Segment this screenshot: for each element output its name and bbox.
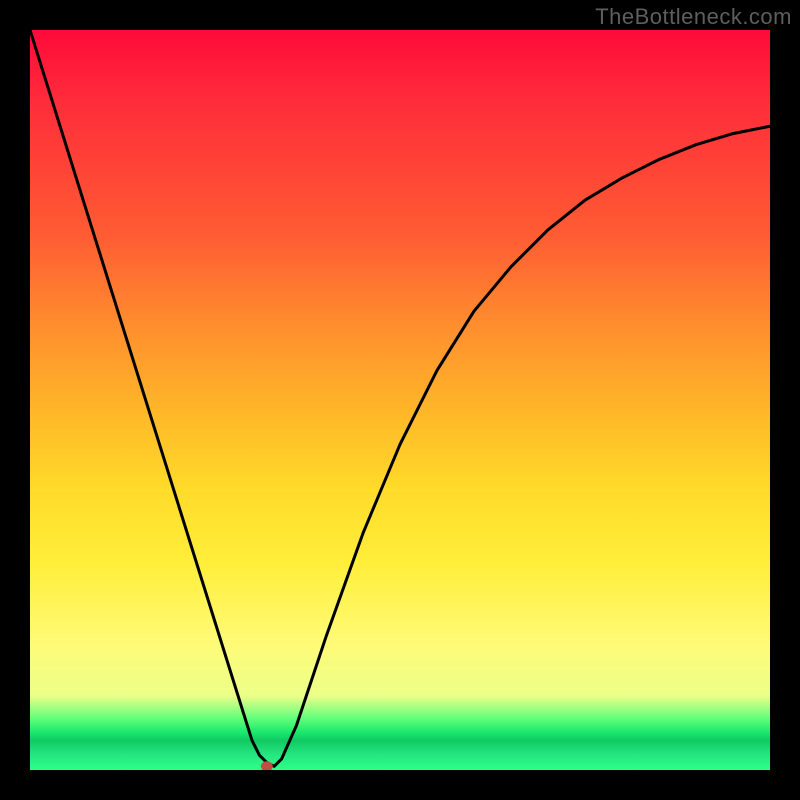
- plot-area: [30, 30, 770, 770]
- minimum-marker-icon: [261, 761, 273, 770]
- chart-frame: TheBottleneck.com: [0, 0, 800, 800]
- watermark-label: TheBottleneck.com: [595, 4, 792, 30]
- bottleneck-curve: [30, 30, 770, 770]
